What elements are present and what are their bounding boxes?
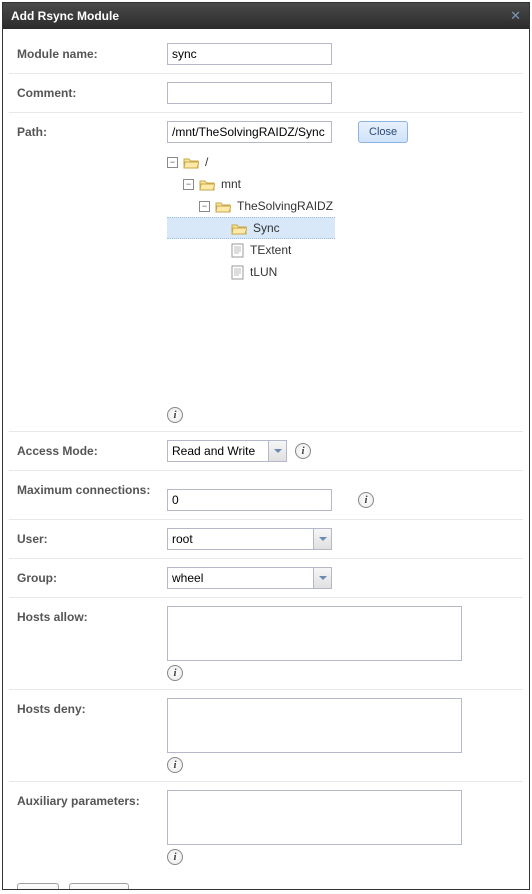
group-select[interactable]: wheel (167, 567, 332, 589)
aux-params-input[interactable] (167, 790, 462, 845)
file-icon (231, 265, 244, 280)
label-hosts-allow: Hosts allow: (17, 606, 167, 624)
collapse-icon[interactable]: − (183, 179, 194, 190)
label-user: User: (17, 528, 167, 546)
folder-open-icon (183, 156, 199, 169)
info-icon[interactable]: i (167, 665, 183, 681)
tree-label: tLUN (248, 265, 279, 279)
close-tree-button[interactable]: Close (358, 121, 408, 143)
folder-open-icon (231, 222, 247, 235)
info-icon[interactable]: i (295, 443, 311, 459)
info-icon[interactable]: i (167, 849, 183, 865)
label-module-name: Module name: (17, 43, 167, 61)
label-comment: Comment: (17, 82, 167, 100)
tree-label: Sync (251, 221, 282, 235)
tree-node-root[interactable]: − / (167, 151, 335, 173)
label-path: Path: (17, 121, 167, 139)
row-comment: Comment: (9, 74, 523, 113)
ok-button[interactable]: OK (17, 883, 59, 889)
max-connections-input[interactable] (167, 489, 332, 511)
tree-label: mnt (219, 177, 243, 191)
file-icon (231, 243, 244, 258)
row-path: Path: Close − / − (9, 113, 523, 432)
folder-open-icon (215, 200, 231, 213)
path-input[interactable] (167, 121, 332, 143)
label-aux-params: Auxiliary parameters: (17, 790, 167, 808)
tree-label: TheSolvingRAIDZ (235, 199, 335, 213)
info-icon[interactable]: i (358, 492, 374, 508)
button-row: OK Cancel (9, 873, 523, 889)
tree-label: TExtent (248, 243, 293, 257)
dialog-window: Add Rsync Module ✕ Module name: Comment:… (2, 2, 530, 890)
path-tree: − / − mnt (167, 151, 335, 403)
label-max-connections: Maximum connections: (17, 479, 167, 497)
tree-node-raidz[interactable]: − TheSolvingRAIDZ (167, 195, 335, 217)
collapse-icon[interactable]: − (167, 157, 178, 168)
row-module-name: Module name: (9, 35, 523, 74)
hosts-deny-input[interactable] (167, 698, 462, 753)
chevron-down-icon (313, 568, 331, 588)
titlebar: Add Rsync Module ✕ (3, 3, 529, 29)
cancel-button[interactable]: Cancel (69, 883, 129, 889)
module-name-input[interactable] (167, 43, 332, 65)
tree-node-tlun[interactable]: tLUN (167, 261, 335, 283)
group-value: wheel (172, 571, 203, 585)
hosts-allow-input[interactable] (167, 606, 462, 661)
access-mode-value: Read and Write (172, 444, 255, 458)
comment-input[interactable] (167, 82, 332, 104)
tree-label: / (203, 155, 210, 169)
info-icon[interactable]: i (167, 407, 183, 423)
chevron-down-icon (268, 441, 286, 461)
tree-node-sync[interactable]: Sync (167, 217, 335, 239)
window-title: Add Rsync Module (11, 9, 119, 23)
row-hosts-allow: Hosts allow: i (9, 598, 523, 690)
close-icon[interactable]: ✕ (510, 8, 521, 24)
row-user: User: root (9, 520, 523, 559)
tree-node-mnt[interactable]: − mnt (167, 173, 335, 195)
row-access-mode: Access Mode: Read and Write i (9, 432, 523, 471)
chevron-down-icon (313, 529, 331, 549)
row-aux-params: Auxiliary parameters: i (9, 782, 523, 873)
info-icon[interactable]: i (167, 757, 183, 773)
label-hosts-deny: Hosts deny: (17, 698, 167, 716)
row-hosts-deny: Hosts deny: i (9, 690, 523, 782)
tree-node-textent[interactable]: TExtent (167, 239, 335, 261)
user-select[interactable]: root (167, 528, 332, 550)
user-value: root (172, 532, 193, 546)
label-group: Group: (17, 567, 167, 585)
access-mode-select[interactable]: Read and Write (167, 440, 287, 462)
collapse-icon[interactable]: − (199, 201, 210, 212)
label-access-mode: Access Mode: (17, 440, 167, 458)
form-content: Module name: Comment: Path: Close − (3, 29, 529, 889)
row-group: Group: wheel (9, 559, 523, 598)
row-max-connections: Maximum connections: i (9, 471, 523, 520)
folder-open-icon (199, 178, 215, 191)
